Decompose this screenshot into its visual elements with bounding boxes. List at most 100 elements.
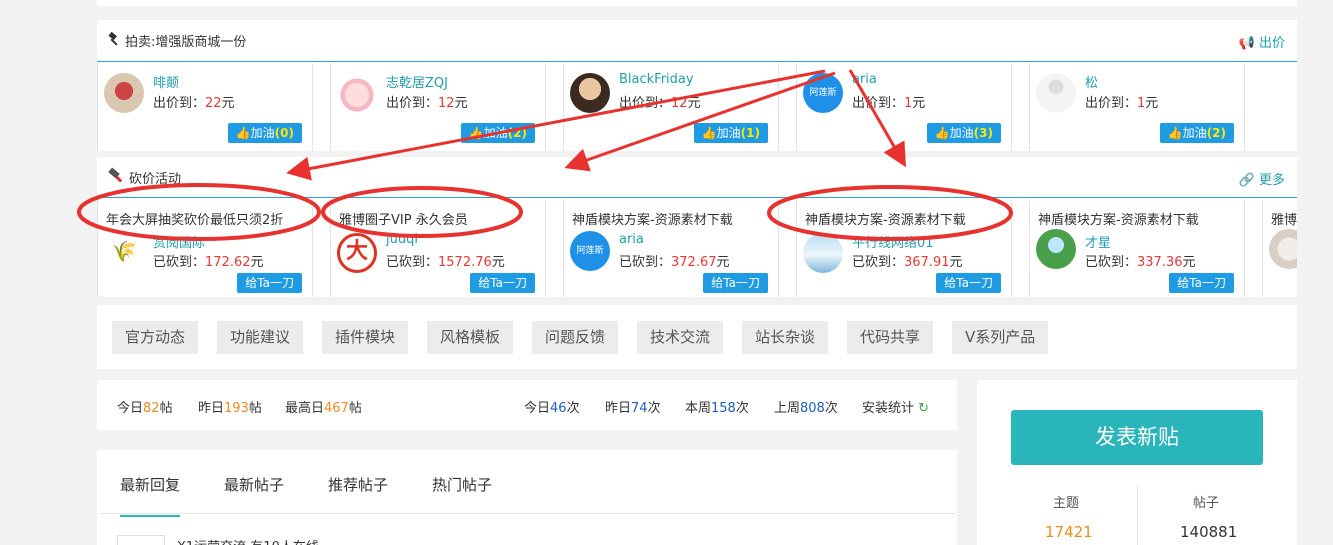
knife-icon	[107, 166, 125, 188]
auction-title: 拍卖:增强版商城一份	[125, 35, 247, 50]
tab-hot[interactable]: 热门帖子	[432, 474, 492, 495]
cheer-button[interactable]: 👍加油(2)	[460, 123, 535, 143]
cheer-button[interactable]: 👍加油(1)	[693, 123, 768, 143]
avatar[interactable]	[337, 73, 377, 113]
topics-label: 主题	[1053, 496, 1080, 511]
bargain-card: 雅博圈子VIP 永久会员 大 juuqi 已砍到：1572.76元 给Ta一刀	[330, 199, 546, 297]
user-name[interactable]: aria	[619, 232, 644, 247]
posts-panel: 最新回复 最新帖子 推荐帖子 热门帖子 X1运营交流 有10人在线	[97, 450, 957, 545]
bargain-item-title[interactable]: 雅博圈子VIP 永久会员	[339, 209, 468, 228]
bidder-name[interactable]: 啡颠	[153, 72, 179, 91]
install-stats-link[interactable]: 安装统计 ↻	[862, 397, 929, 416]
forum-stats: 今日82帖 昨日193帖 最高日467帖 今日46次 昨日74次 本周158次 …	[97, 380, 957, 430]
logo-icon: 🌾	[104, 233, 144, 273]
thumbs-up-icon: 👍	[1167, 126, 1183, 140]
bid-card: BlackFriday 出价到：12元 👍加油(1)	[563, 63, 779, 151]
bid-amount-line: 出价到：1元	[852, 96, 926, 111]
megaphone-icon: 📢	[1238, 36, 1255, 51]
user-name[interactable]: juuqi	[386, 232, 418, 247]
avatar[interactable]: 阿莲斯	[803, 73, 843, 113]
cheer-button[interactable]: 👍加油(2)	[1159, 123, 1234, 143]
refresh-icon: ↻	[918, 401, 930, 416]
avatar[interactable]	[1269, 229, 1297, 269]
sell-link[interactable]: 📢 出价	[1239, 32, 1285, 51]
bid-card: 松 出价到：1元 👍加油(2)	[1029, 63, 1245, 151]
thumbs-up-icon: 👍	[235, 126, 251, 140]
row-thumbnail	[117, 535, 165, 545]
yesterday-posts: 昨日193帖	[198, 401, 262, 416]
tag-v-series[interactable]: V系列产品	[952, 321, 1049, 354]
tag-feedback[interactable]: 问题反馈	[532, 321, 619, 354]
posts-label: 帖子	[1193, 496, 1220, 511]
user-name[interactable]: 赏阅国际	[153, 232, 205, 251]
topics-count: 17421	[1045, 523, 1093, 541]
user-name[interactable]: 平行线网络01	[852, 232, 934, 251]
tag-suggestion[interactable]: 功能建议	[217, 321, 304, 354]
tag-themes[interactable]: 风格模板	[427, 321, 514, 354]
row-title[interactable]: X1运营交流 有10人在线	[177, 536, 319, 545]
bargain-card: 神盾模块方案-资源素材下载 才星 已砍到：337.36元 给Ta一刀	[1029, 199, 1245, 297]
cut-button[interactable]: 给Ta一刀	[936, 273, 1001, 293]
bid-card: 志乾居ZQJ 出价到：12元 👍加油(2)	[330, 63, 546, 151]
tag-plugins[interactable]: 插件模块	[322, 321, 409, 354]
new-post-button[interactable]: 发表新贴	[1011, 410, 1263, 465]
avatar[interactable]: 大	[337, 233, 377, 273]
tag-official[interactable]: 官方动态	[112, 321, 199, 354]
tab-recommended[interactable]: 推荐帖子	[328, 474, 388, 495]
bargain-item-title[interactable]: 年会大屏抽奖砍价最低只须2折	[106, 209, 283, 228]
cut-amount-line: 已砍到：1572.76元	[386, 255, 505, 270]
user-name[interactable]: 才星	[1085, 232, 1111, 251]
bid-card: 啡颠 出价到：22元 👍加油(0)	[97, 63, 313, 151]
bargain-item-title[interactable]: 雅博	[1271, 209, 1297, 228]
avatar[interactable]	[803, 233, 843, 273]
thumbs-up-icon: 👍	[934, 126, 950, 140]
cut-button[interactable]: 给Ta一刀	[1169, 273, 1234, 293]
cheer-button[interactable]: 👍加油(3)	[926, 123, 1001, 143]
divider	[1137, 485, 1138, 545]
bidder-name[interactable]: 志乾居ZQJ	[386, 72, 448, 91]
avatar[interactable]	[1036, 73, 1076, 113]
cut-amount-line: 已砍到：172.62元	[153, 255, 264, 270]
bargain-title: 砍价活动	[129, 171, 182, 187]
avatar[interactable]	[570, 73, 610, 113]
thumbs-up-icon: 👍	[701, 126, 717, 140]
sidebar: 发表新贴 主题 帖子 17421 140881	[977, 380, 1297, 545]
cheer-button[interactable]: 👍加油(0)	[227, 123, 302, 143]
bidder-name[interactable]: aria	[852, 72, 877, 87]
auction-header: 拍卖:增强版商城一份 📢 出价	[97, 20, 1297, 62]
bid-amount-line: 出价到：1元	[1085, 96, 1159, 111]
thumbs-up-icon: 👍	[468, 126, 484, 140]
bargain-item-title[interactable]: 神盾模块方案-资源素材下载	[572, 209, 733, 228]
category-tags: 官方动态 功能建议 插件模块 风格模板 问题反馈 技术交流 站长杂谈 代码共享 …	[97, 305, 1297, 369]
avatar[interactable]: 阿莲斯	[570, 231, 610, 271]
bidder-name[interactable]: 松	[1085, 72, 1098, 91]
visits-today: 今日46次	[524, 401, 580, 416]
avatar[interactable]	[104, 73, 144, 113]
bargain-panel: 砍价活动 🔗 更多 年会大屏抽奖砍价最低只须2折 🌾 赏阅国际 已砍到：172.…	[97, 157, 1297, 297]
bargain-item-title[interactable]: 神盾模块方案-资源素材下载	[1038, 209, 1199, 228]
tag-chat[interactable]: 站长杂谈	[742, 321, 829, 354]
more-link[interactable]: 🔗 更多	[1239, 169, 1285, 188]
tag-tech[interactable]: 技术交流	[637, 321, 724, 354]
bid-amount-line: 出价到：12元	[386, 96, 468, 111]
bargain-card: 雅博	[1262, 199, 1297, 297]
bargain-card: 年会大屏抽奖砍价最低只须2折 🌾 赏阅国际 已砍到：172.62元 给Ta一刀	[97, 199, 313, 297]
bargain-item-title[interactable]: 神盾模块方案-资源素材下载	[805, 209, 966, 228]
tag-code[interactable]: 代码共享	[847, 321, 934, 354]
cut-button[interactable]: 给Ta一刀	[237, 273, 302, 293]
tab-latest-replies[interactable]: 最新回复	[120, 474, 181, 517]
today-posts: 今日82帖	[117, 401, 173, 416]
bid-amount-line: 出价到：22元	[153, 96, 235, 111]
link-icon: 🔗	[1238, 173, 1255, 188]
bidder-name[interactable]: BlackFriday	[619, 72, 694, 87]
cut-button[interactable]: 给Ta一刀	[703, 273, 768, 293]
bid-amount-line: 出价到：12元	[619, 96, 701, 111]
avatar[interactable]	[1036, 229, 1076, 269]
visits-week: 本周158次	[685, 401, 749, 416]
bargain-header: 砍价活动 🔗 更多	[97, 157, 1297, 198]
visits-yesterday: 昨日74次	[605, 401, 661, 416]
cut-button[interactable]: 给Ta一刀	[470, 273, 535, 293]
tab-latest-posts[interactable]: 最新帖子	[224, 474, 284, 495]
bargain-card: 神盾模块方案-资源素材下载 阿莲斯 aria 已砍到：372.67元 给Ta一刀	[563, 199, 779, 297]
max-posts: 最高日467帖	[285, 401, 362, 416]
